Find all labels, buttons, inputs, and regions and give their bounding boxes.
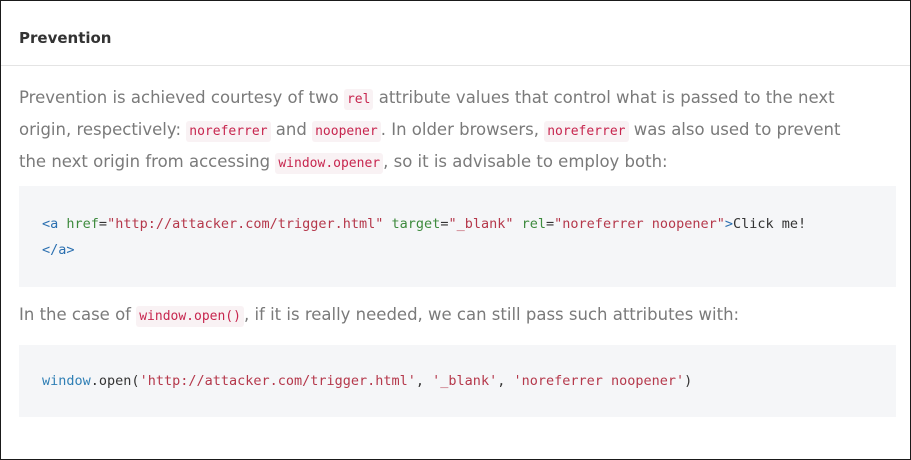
- code-token-tag: </a>: [42, 242, 75, 258]
- inline-code-noopener: noopener: [312, 121, 381, 142]
- code-token-paren: ): [684, 373, 693, 389]
- inline-code-window-opener: window.opener: [275, 153, 384, 174]
- code-token-tag: <a: [42, 216, 59, 232]
- article-frame: Prevention Prevention is achieved courte…: [0, 0, 911, 460]
- code-token-eq: =: [546, 216, 555, 232]
- code-line: <a href="http://attacker.com/trigger.htm…: [42, 211, 806, 237]
- text-run: was also used to prevent: [628, 120, 841, 139]
- code-line: </a>: [42, 237, 75, 263]
- text-run: . In older browsers,: [380, 120, 545, 139]
- text-run: origin, respectively:: [19, 120, 187, 139]
- text-run: , so it is advisable to employ both:: [383, 152, 668, 171]
- code-token-string: "noreferrer noopener": [554, 216, 725, 232]
- code-token-method: open(: [98, 373, 140, 389]
- code-block-anchor: <a href="http://attacker.com/trigger.htm…: [19, 186, 896, 287]
- code-token-attr: href: [66, 216, 99, 232]
- code-token-dot: .: [90, 373, 99, 389]
- code-token-tag: >: [724, 216, 733, 232]
- section-heading: Prevention: [19, 29, 112, 47]
- code-token-sep: ,: [497, 373, 514, 389]
- text-run: the next origin from accessing: [19, 152, 276, 171]
- code-token-string: "_blank": [448, 216, 514, 232]
- section-header: Prevention: [1, 1, 910, 66]
- text-run: In the case of: [19, 305, 137, 324]
- code-token-text: Click me!: [733, 216, 807, 232]
- code-token-attr: target: [391, 216, 441, 232]
- code-token-eq: =: [98, 216, 108, 232]
- code-token-string: "http://attacker.com/trigger.html": [107, 216, 384, 232]
- window-open-paragraph: In the case of window.open(), if it is r…: [19, 300, 899, 332]
- code-block-window-open: window.open('http://attacker.com/trigger…: [19, 345, 896, 417]
- text-run: , if it is really needed, we can still p…: [243, 305, 740, 324]
- text-run: attribute values that control what is pa…: [373, 88, 835, 107]
- inline-code-rel: rel: [343, 89, 374, 110]
- code-token-attr: rel: [521, 216, 547, 232]
- code-line: window.open('http://attacker.com/trigger…: [42, 368, 692, 394]
- code-token-object: window: [42, 373, 91, 389]
- text-run: and: [270, 120, 313, 139]
- code-token-sep: ,: [415, 373, 433, 389]
- code-token-string: 'noreferrer noopener': [513, 373, 685, 389]
- code-token-string: 'http://attacker.com/trigger.html': [139, 373, 416, 389]
- inline-code-noreferrer: noreferrer: [186, 121, 271, 142]
- inline-code-window-open: window.open(): [136, 306, 244, 327]
- code-token-string: '_blank': [432, 373, 498, 389]
- text-run: Prevention is achieved courtesy of two: [19, 88, 344, 107]
- inline-code-noreferrer: noreferrer: [544, 121, 629, 142]
- prevention-paragraph: Prevention is achieved courtesy of two r…: [19, 83, 899, 179]
